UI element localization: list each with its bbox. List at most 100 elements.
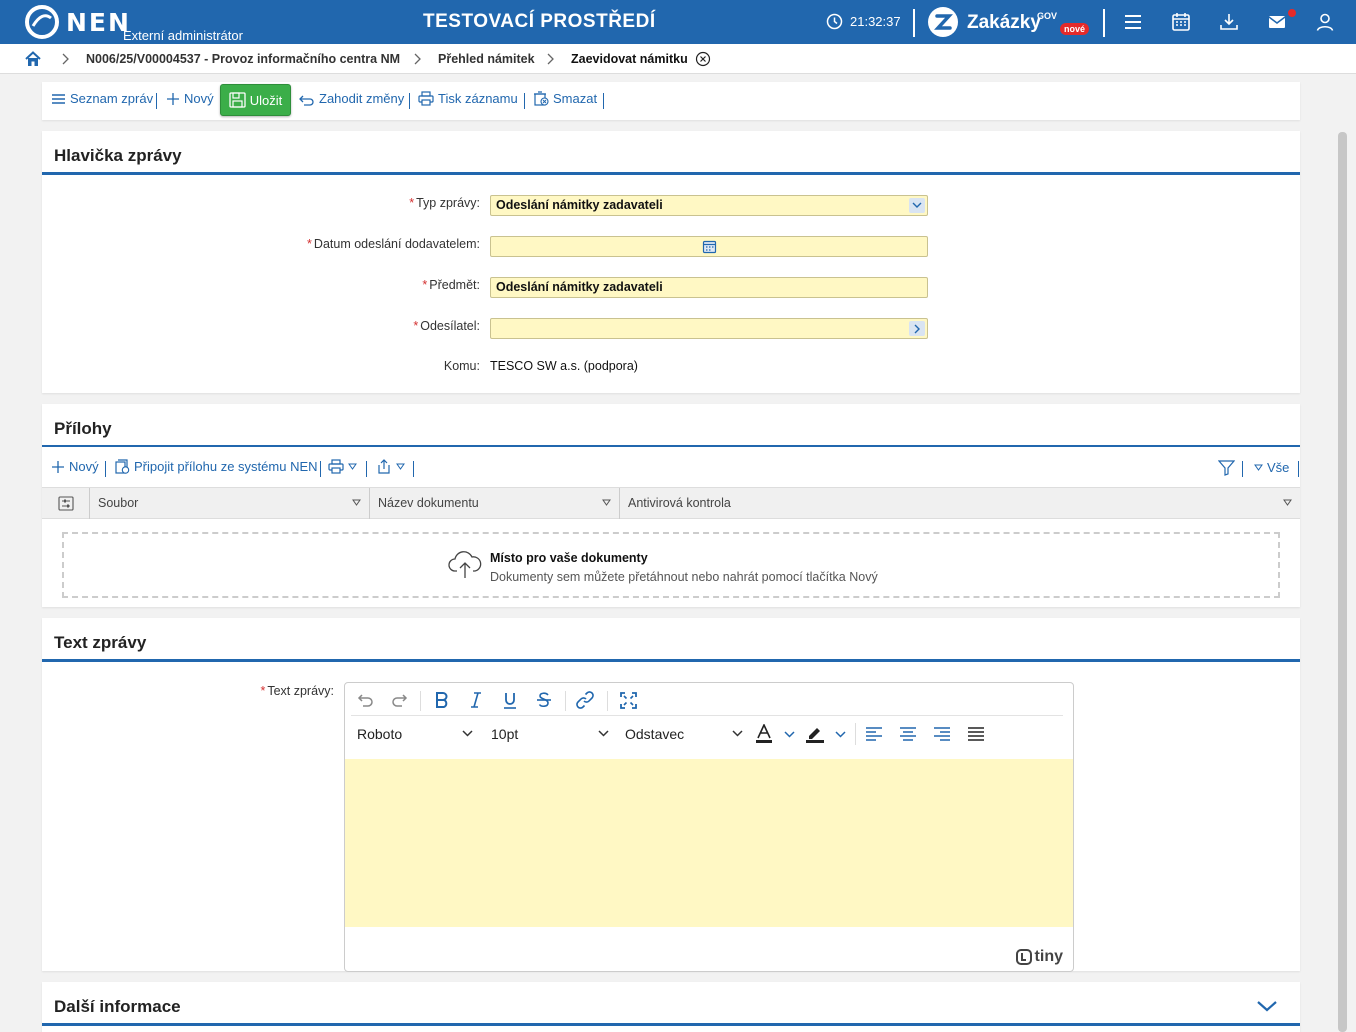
column-antivirus[interactable]: Antivirová kontrola bbox=[620, 488, 1300, 519]
column-settings-button[interactable] bbox=[42, 488, 90, 519]
menu-icon[interactable] bbox=[1122, 11, 1144, 33]
notification-dot bbox=[1288, 9, 1296, 17]
delete-button[interactable]: Smazat bbox=[533, 91, 597, 106]
save-button[interactable]: Uložit bbox=[220, 84, 291, 116]
attachment-new-button[interactable]: Nový bbox=[51, 459, 99, 474]
section-title: Další informace bbox=[54, 997, 181, 1016]
subject-label: * Předmět: bbox=[422, 278, 480, 292]
date-label-text: Datum odeslání dodavatelem: bbox=[313, 237, 480, 251]
divider bbox=[105, 461, 106, 477]
user-icon[interactable] bbox=[1314, 11, 1336, 33]
message-list-button[interactable]: Seznam zpráv bbox=[51, 91, 153, 106]
caret-down-icon bbox=[396, 463, 405, 470]
view-all-label: Vše bbox=[1267, 460, 1290, 475]
print-button[interactable]: Tisk záznamu bbox=[418, 91, 518, 106]
bold-icon[interactable] bbox=[431, 689, 453, 711]
underline-icon[interactable] bbox=[499, 689, 521, 711]
sort-caret-icon[interactable] bbox=[352, 499, 361, 506]
message-text-label-text: Text zprávy: bbox=[267, 684, 334, 698]
divider bbox=[1298, 461, 1299, 477]
discard-changes-button[interactable]: Zahodit změny bbox=[298, 91, 404, 106]
sort-caret-icon[interactable] bbox=[602, 499, 611, 506]
breadcrumb-item[interactable]: Přehled námitek bbox=[438, 52, 535, 66]
view-all-menu[interactable]: Vše bbox=[1254, 460, 1289, 475]
column-document-name[interactable]: Název dokumentu bbox=[370, 488, 620, 519]
printer-icon bbox=[328, 459, 344, 474]
tiny-branding[interactable]: tiny bbox=[1015, 948, 1063, 966]
message-header-section: Hlavička zprávy * Typ zprávy: Odeslání ná… bbox=[42, 131, 1300, 393]
font-family-value: Roboto bbox=[357, 726, 403, 742]
highlight-icon[interactable] bbox=[804, 723, 826, 745]
redo-icon[interactable] bbox=[389, 689, 411, 711]
caret-down-icon bbox=[348, 463, 357, 470]
download-icon[interactable] bbox=[1218, 11, 1240, 33]
editor-content-area[interactable] bbox=[345, 759, 1073, 927]
zakazky-link[interactable]: Zakázky bbox=[967, 12, 1041, 34]
nen-logo-icon[interactable] bbox=[25, 5, 59, 39]
attachment-new-label: Nový bbox=[69, 459, 99, 474]
column-file[interactable]: Soubor bbox=[90, 488, 370, 519]
message-type-select[interactable]: Odeslání námitky zadavateli bbox=[490, 195, 928, 216]
attach-from-nen-label: Připojit přílohu ze systému NEN bbox=[134, 459, 318, 474]
list-icon bbox=[52, 93, 65, 104]
align-center-icon[interactable] bbox=[897, 723, 919, 745]
zakazky-logo-icon[interactable] bbox=[927, 6, 959, 38]
chevron-right-icon[interactable] bbox=[909, 321, 925, 336]
sender-field[interactable] bbox=[490, 318, 928, 339]
home-icon[interactable] bbox=[24, 50, 42, 68]
message-type-value: Odeslání námitky zadavateli bbox=[496, 198, 663, 212]
divider bbox=[366, 461, 367, 477]
attach-from-nen-button[interactable]: Připojit přílohu ze systému NEN bbox=[114, 459, 318, 474]
text-color-icon[interactable] bbox=[753, 723, 775, 745]
discard-label: Zahodit změny bbox=[319, 91, 405, 106]
font-family-select[interactable]: Roboto bbox=[351, 721, 477, 747]
align-left-icon[interactable] bbox=[863, 723, 885, 745]
delete-icon bbox=[534, 91, 549, 106]
required-mark: * bbox=[307, 237, 312, 251]
page-scrollbar[interactable] bbox=[1338, 132, 1347, 1032]
undo-icon[interactable] bbox=[354, 689, 376, 711]
chevron-down-icon[interactable] bbox=[909, 198, 925, 213]
date-field[interactable] bbox=[490, 236, 928, 257]
section-title: Text zprávy bbox=[54, 633, 147, 652]
sort-caret-icon[interactable] bbox=[1283, 499, 1292, 506]
breadcrumb-item[interactable]: N006/25/V00004537 - Provoz informačního … bbox=[86, 52, 400, 66]
italic-icon[interactable] bbox=[465, 689, 487, 711]
more-info-section[interactable]: Další informace bbox=[42, 982, 1300, 1032]
chevron-down-icon[interactable] bbox=[829, 723, 851, 745]
fullscreen-icon[interactable] bbox=[617, 689, 639, 711]
divider bbox=[413, 461, 414, 477]
filter-icon[interactable] bbox=[1218, 460, 1235, 476]
mail-icon[interactable] bbox=[1266, 11, 1288, 33]
sender-label: * Odesílatel: bbox=[413, 319, 480, 333]
block-format-select[interactable]: Odstavec bbox=[619, 721, 747, 747]
undo-icon bbox=[299, 95, 314, 106]
subject-label-text: Předmět: bbox=[429, 278, 480, 292]
breadcrumb-current: Zaevidovat námitku bbox=[571, 52, 688, 66]
export-menu-button[interactable] bbox=[376, 459, 405, 474]
close-icon[interactable] bbox=[695, 51, 711, 67]
align-right-icon[interactable] bbox=[931, 723, 953, 745]
calendar-icon[interactable] bbox=[1170, 11, 1192, 33]
divider bbox=[156, 93, 157, 109]
strikethrough-icon[interactable] bbox=[533, 689, 555, 711]
calendar-icon[interactable] bbox=[702, 239, 717, 254]
message-text-section: Text zprávy * Text zprávy: Roboto 10pt Od… bbox=[42, 618, 1300, 972]
print-menu-button[interactable] bbox=[328, 459, 357, 474]
new-button[interactable]: Nový bbox=[166, 91, 214, 106]
divider bbox=[320, 461, 321, 477]
section-title: Hlavička zprávy bbox=[54, 146, 182, 165]
to-value: TESCO SW a.s. (podpora) bbox=[490, 359, 638, 373]
align-justify-icon[interactable] bbox=[965, 723, 987, 745]
link-icon[interactable] bbox=[574, 689, 596, 711]
section-title: Přílohy bbox=[54, 419, 112, 438]
column-document-name-label: Název dokumentu bbox=[378, 496, 479, 510]
divider bbox=[524, 93, 525, 109]
chevron-down-icon[interactable] bbox=[1256, 1000, 1278, 1013]
subject-field[interactable]: Odeslání námitky zadavateli bbox=[490, 277, 928, 298]
file-drop-zone[interactable]: Místo pro vaše dokumenty Dokumenty sem m… bbox=[62, 532, 1280, 598]
font-size-select[interactable]: 10pt bbox=[485, 721, 613, 747]
caret-down-icon bbox=[1254, 464, 1263, 471]
block-format-value: Odstavec bbox=[625, 726, 685, 742]
chevron-down-icon[interactable] bbox=[778, 723, 800, 745]
